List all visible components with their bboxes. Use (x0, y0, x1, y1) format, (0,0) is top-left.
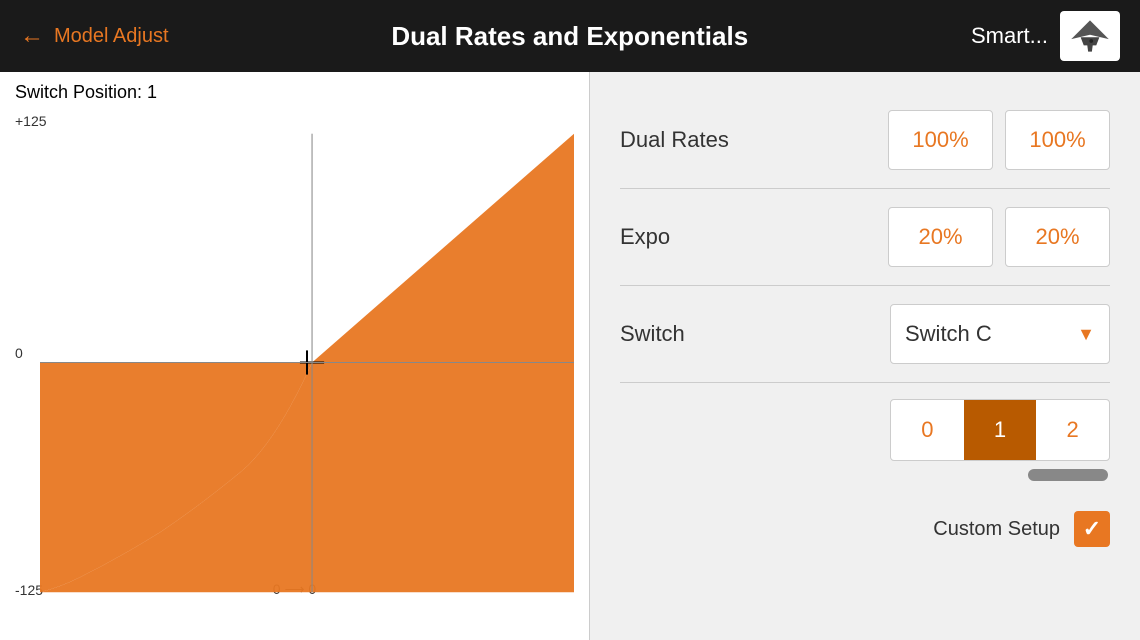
position-1[interactable]: 1 (964, 400, 1037, 460)
switch-dropdown[interactable]: Switch C ▼ (890, 304, 1110, 364)
page-title: Dual Rates and Exponentials (169, 21, 971, 52)
model-info: Smart... (971, 11, 1120, 61)
switch-row: Switch Switch C ▼ (620, 286, 1110, 383)
switch-label: Switch (620, 321, 740, 347)
custom-setup-label: Custom Setup (933, 518, 1060, 541)
curve-graph (40, 133, 574, 593)
expo-controls: 20% 20% (888, 207, 1110, 267)
position-2[interactable]: 2 (1036, 400, 1109, 460)
graph-container: +125 0 -125 0 ⟶ 0 (10, 108, 579, 598)
main-content: Switch Position: 1 +125 0 -125 0 ⟶ 0 (0, 72, 1140, 640)
right-panel: Dual Rates 100% 100% Expo 20% 20% Switch… (590, 72, 1140, 640)
expo-label: Expo (620, 224, 740, 250)
back-label: Model Adjust (54, 25, 169, 48)
model-icon[interactable] (1060, 11, 1120, 61)
position-selector: 0 1 2 (890, 399, 1110, 461)
expo-row: Expo 20% 20% (620, 189, 1110, 286)
switch-value: Switch C (905, 321, 992, 347)
dual-rates-value-2[interactable]: 100% (1005, 110, 1110, 170)
model-name: Smart... (971, 23, 1048, 49)
custom-setup-row: Custom Setup ✓ (620, 497, 1110, 561)
dual-rates-value-1[interactable]: 100% (888, 110, 993, 170)
dual-rates-controls: 100% 100% (888, 110, 1110, 170)
y-axis-top: +125 (15, 113, 47, 129)
expo-value-2[interactable]: 20% (1005, 207, 1110, 267)
switch-position-label: Switch Position: 1 (10, 82, 579, 103)
graph-panel: Switch Position: 1 +125 0 -125 0 ⟶ 0 (0, 72, 590, 640)
expo-value-1[interactable]: 20% (888, 207, 993, 267)
position-selector-container: 0 1 2 (620, 383, 1110, 497)
y-axis-bottom: -125 (15, 582, 43, 598)
back-arrow-icon: ← (20, 22, 44, 50)
position-indicator (1028, 469, 1108, 481)
y-axis-zero: 0 (15, 345, 23, 361)
dual-rates-row: Dual Rates 100% 100% (620, 92, 1110, 189)
dual-rates-label: Dual Rates (620, 127, 740, 153)
position-0[interactable]: 0 (891, 400, 964, 460)
dropdown-arrow-icon: ▼ (1077, 324, 1095, 345)
back-button[interactable]: ← Model Adjust (20, 22, 169, 50)
custom-setup-checkbox[interactable]: ✓ (1074, 511, 1110, 547)
header: ← Model Adjust Dual Rates and Exponentia… (0, 0, 1140, 72)
